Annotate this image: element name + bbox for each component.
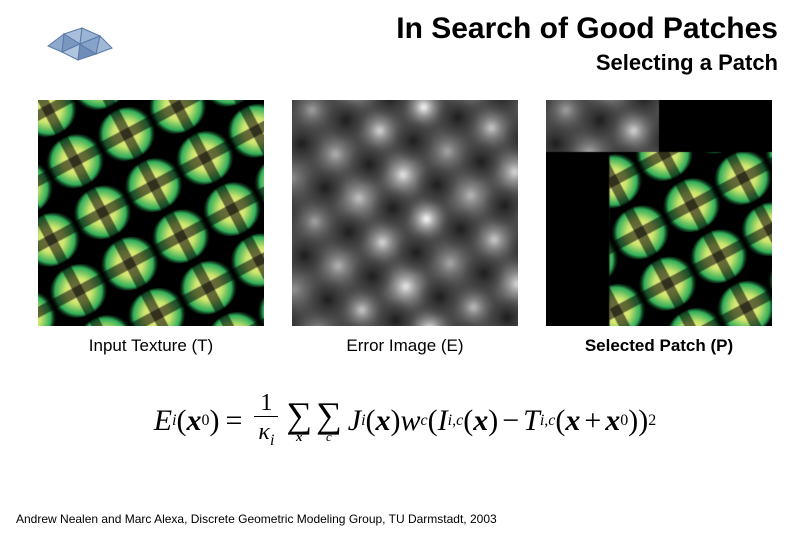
error-image-container: Error Image (E) [292, 100, 518, 356]
selected-patch-container: Selected Patch (P) [546, 100, 772, 356]
selected-patch-image [546, 100, 772, 326]
selected-patch-caption: Selected Patch (P) [546, 336, 772, 356]
logo-icon [42, 18, 114, 64]
equation: Ei (x0) = 1κi ∑x ∑c Ji (x) wc ( Ii,c (x)… [100, 390, 710, 460]
input-texture-image [38, 100, 264, 326]
footer-citation: Andrew Nealen and Marc Alexa, Discrete G… [16, 512, 497, 526]
error-image-caption: Error Image (E) [292, 336, 518, 356]
input-texture-caption: Input Texture (T) [38, 336, 264, 356]
page-title: In Search of Good Patches [396, 12, 778, 46]
images-row: Input Texture (T) Error Image (E) Select… [38, 100, 772, 356]
error-image [292, 100, 518, 326]
page-subtitle: Selecting a Patch [596, 50, 778, 76]
input-texture-container: Input Texture (T) [38, 100, 264, 356]
